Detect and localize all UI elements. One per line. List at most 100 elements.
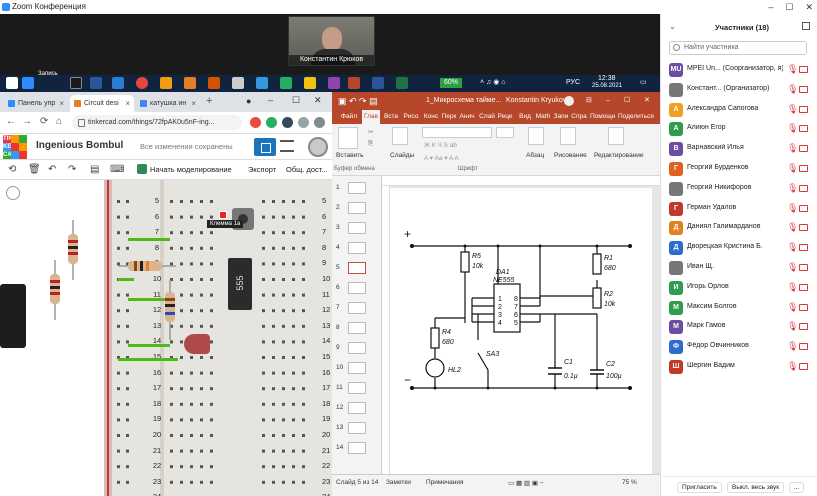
font-size-select[interactable] <box>496 127 514 138</box>
slides-button[interactable]: Слайды <box>390 152 414 159</box>
export-button[interactable]: Экспорт <box>248 162 276 177</box>
resistor[interactable] <box>68 220 78 280</box>
slide-thumbnail[interactable] <box>348 362 366 374</box>
cut-icon[interactable]: ✂ <box>368 128 373 136</box>
forward-icon[interactable]: → <box>22 116 32 127</box>
slide-thumbnail[interactable] <box>348 242 366 254</box>
slide-canvas[interactable]: + − DA1 NE555 R5 10k R1 680 R2 10k R4 68… <box>390 188 652 474</box>
app-icon-5[interactable] <box>328 77 340 89</box>
terminal-icon[interactable] <box>70 77 82 89</box>
share-tab[interactable]: Поделиться <box>618 110 654 124</box>
ppt-save-icon[interactable]: ▣ ↶ ↷ ▤ <box>338 92 378 110</box>
resistors[interactable] <box>0 180 332 496</box>
close-tab-icon[interactable]: × <box>191 95 196 112</box>
powerpoint-icon[interactable] <box>348 77 360 89</box>
slide-thumbnail[interactable] <box>348 202 366 214</box>
app-icon-2[interactable] <box>184 77 196 89</box>
participant-search-input[interactable]: Найти участника <box>669 41 807 55</box>
paste-icon[interactable] <box>338 127 358 149</box>
participant-row[interactable]: Георгий Никифоров 🎙 <box>661 179 817 199</box>
tinkercad-logo[interactable]: TIN KER CAD <box>3 135 27 159</box>
timer-chip-555[interactable]: 555 <box>228 258 252 310</box>
participant-row[interactable]: MU МРЕI Un... (Соорганизатор, я) 🎙 <box>661 60 817 80</box>
drawing-icon[interactable] <box>560 127 576 145</box>
notes-button[interactable]: Заметки <box>386 479 411 486</box>
more-button[interactable]: ... <box>789 482 805 493</box>
minimize-icon[interactable]: – <box>606 92 610 110</box>
chrome-icon[interactable] <box>136 77 148 89</box>
maximize-icon[interactable]: ☐ <box>292 95 300 106</box>
notification-icon[interactable]: ▭ <box>640 78 647 86</box>
save-icon[interactable] <box>112 77 124 89</box>
participant-row[interactable]: В Варнавский Илья 🎙 <box>661 139 817 159</box>
close-tab-icon[interactable]: × <box>59 95 64 112</box>
component-list-button[interactable] <box>280 140 294 152</box>
close-tab-icon[interactable]: × <box>125 95 130 112</box>
popout-icon[interactable] <box>802 22 810 30</box>
slide-thumbnail[interactable] <box>348 302 366 314</box>
undo-icon[interactable]: ↶ <box>48 164 56 175</box>
url-field[interactable]: tinkercad.com/things/72fpAK0u5nF-ing... <box>72 115 242 130</box>
editing-button[interactable]: Редактирование <box>594 152 644 159</box>
notepad-icon[interactable] <box>232 77 244 89</box>
new-tab-button[interactable]: + <box>206 95 212 107</box>
circuit-view-button[interactable] <box>254 138 276 156</box>
paste-button[interactable]: Вставить <box>336 152 364 159</box>
paragraph-icon[interactable] <box>528 127 544 145</box>
breadboard-canvas[interactable]: 5566778899101011111212131314141515161617… <box>0 180 332 496</box>
slide-thumbnail[interactable] <box>348 282 366 294</box>
app-icon-3[interactable] <box>256 77 268 89</box>
font-format-buttons[interactable]: Ж К Ч S ab <box>424 142 457 149</box>
word-app-icon[interactable] <box>90 77 102 89</box>
participant-row[interactable]: А Алиюн Егор 🎙 <box>661 119 817 139</box>
rotate-view-icon[interactable]: ⟲ <box>8 164 16 175</box>
participant-row[interactable]: М Марк Гамов 🎙 <box>661 317 817 337</box>
menu-tab[interactable]: Реце <box>496 110 514 124</box>
start-simulation-button[interactable]: Начать моделирование <box>134 162 234 177</box>
redo-icon[interactable]: ↷ <box>68 164 76 175</box>
tray-icons[interactable]: ˄ ♫ ◉ ⌂ <box>480 78 506 86</box>
participant-row[interactable]: Г Герман Удалов 🎙 <box>661 199 817 219</box>
menu-tab[interactable]: Запи <box>552 110 570 124</box>
slide-thumbnail[interactable] <box>348 322 366 334</box>
slide-thumbnail[interactable] <box>348 422 366 434</box>
menu-tab[interactable]: Вста <box>382 110 400 124</box>
delete-icon[interactable]: 🗑 <box>28 164 41 175</box>
font-name-select[interactable] <box>422 127 492 138</box>
extension-icon[interactable] <box>282 117 293 128</box>
invite-button[interactable]: Пригласить <box>677 482 722 493</box>
app-icon[interactable] <box>160 77 172 89</box>
tab-panel[interactable]: Панель упр × <box>4 95 68 112</box>
close-icon[interactable]: ✕ <box>314 95 322 106</box>
new-slide-icon[interactable] <box>392 127 408 145</box>
note-icon[interactable]: ▤ <box>90 164 99 175</box>
minimize-icon[interactable]: – <box>768 0 773 14</box>
slide-thumbnail[interactable] <box>348 182 366 194</box>
code-icon[interactable]: ⌨ <box>110 164 124 175</box>
drawing-button[interactable]: Рисование <box>554 152 587 159</box>
app-icon-4[interactable] <box>280 77 292 89</box>
zoom-app-icon[interactable] <box>22 77 34 89</box>
slide-thumbnail[interactable] <box>348 342 366 354</box>
participant-row[interactable]: Иван Щ. 🎙 <box>661 258 817 278</box>
tab-circuit[interactable]: Circuit desi × <box>70 95 134 112</box>
reload-icon[interactable]: ⟳ <box>40 116 48 127</box>
home-icon[interactable]: ⌂ <box>56 116 62 127</box>
excel-icon[interactable] <box>396 77 408 89</box>
participant-row[interactable]: Ш Шергин Вадим 🎙 <box>661 357 817 377</box>
extension-icon[interactable] <box>250 117 261 128</box>
slide-thumbnail[interactable] <box>348 222 366 234</box>
maximize-icon[interactable]: ☐ <box>624 92 630 110</box>
participant-row[interactable]: М Максим Болгов 🎙 <box>661 298 817 318</box>
resistor[interactable] <box>165 280 175 340</box>
comments-button[interactable]: Примечания <box>426 479 464 486</box>
word-icon[interactable] <box>372 77 384 89</box>
copy-icon[interactable]: ⎘ <box>368 140 373 148</box>
menu-tab[interactable]: Анич <box>458 110 476 124</box>
participant-row[interactable]: А Александра Сапогова 🎙 <box>661 100 817 120</box>
zoom-level[interactable]: 75 % <box>622 479 637 486</box>
slide-thumbnail[interactable] <box>348 402 366 414</box>
matlab-icon[interactable] <box>208 77 220 89</box>
maximize-icon[interactable]: ☐ <box>785 0 793 14</box>
menu-tab[interactable]: Math <box>534 110 552 124</box>
